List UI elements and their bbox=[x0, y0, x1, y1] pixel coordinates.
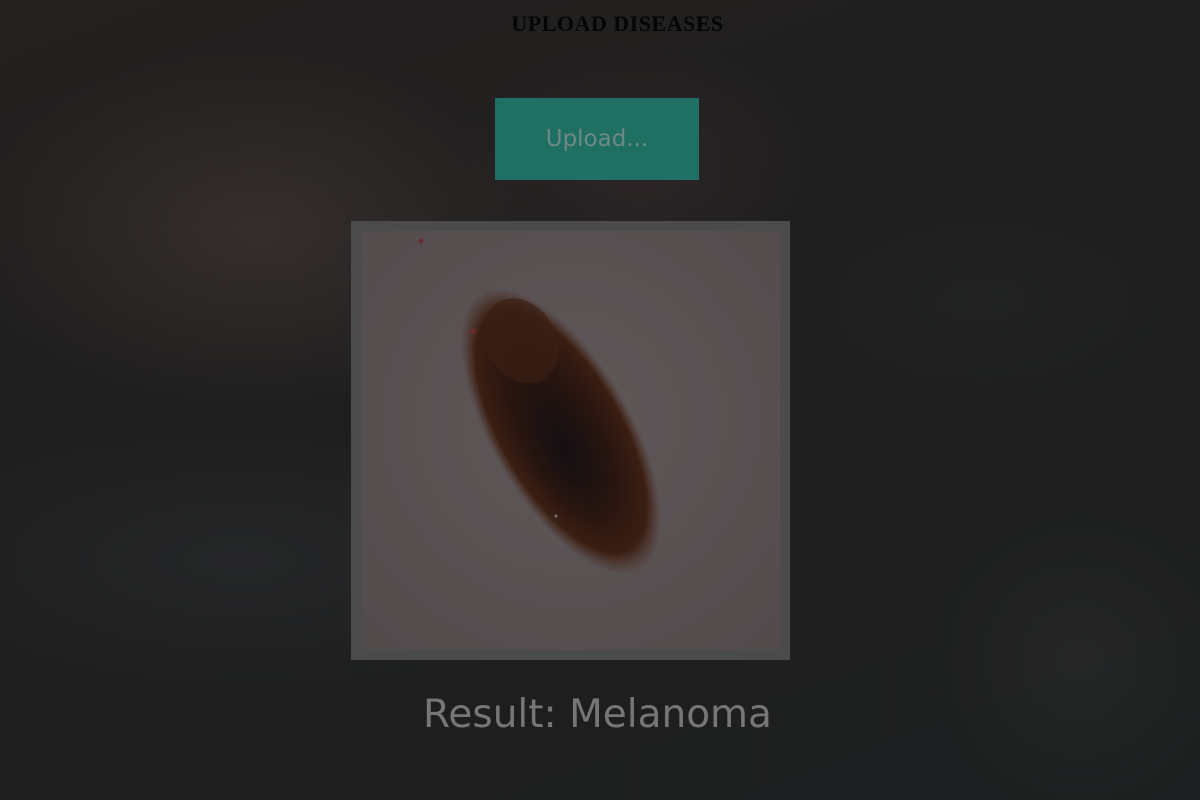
skin-lesion-image bbox=[361, 231, 780, 650]
result-label: Result: Melanoma bbox=[0, 692, 1195, 737]
result-diagnosis: Melanoma bbox=[569, 692, 772, 737]
page-title: UPLOAD DISEASES bbox=[511, 11, 724, 36]
upload-button[interactable]: Upload... bbox=[495, 98, 699, 180]
result-prefix: Result: bbox=[423, 692, 557, 737]
uploaded-image-preview bbox=[351, 221, 790, 660]
